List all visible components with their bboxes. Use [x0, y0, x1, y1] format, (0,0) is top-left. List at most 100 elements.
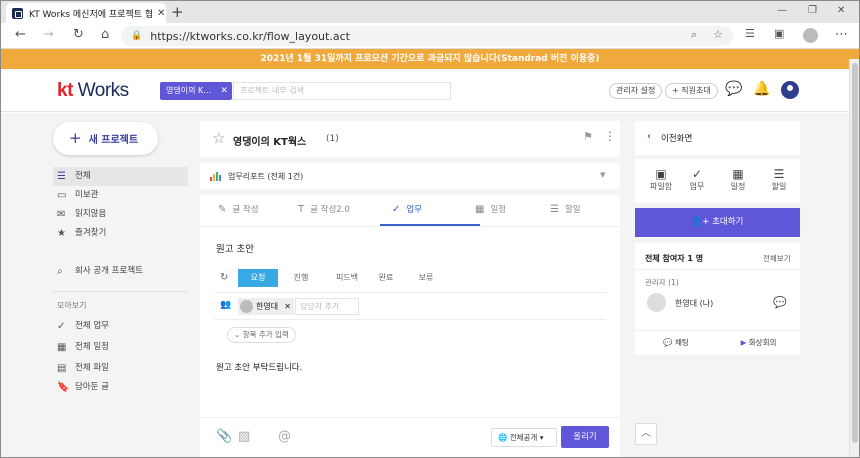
task-title-input[interactable]: 원고 초안	[216, 241, 254, 255]
favorite-star-icon[interactable]: ☆	[212, 129, 225, 147]
back-icon[interactable]: ←	[15, 27, 26, 42]
invite-staff-button[interactable]: + 직원초대	[665, 83, 718, 99]
page-scrollbar[interactable]	[849, 59, 859, 457]
calendar-icon: ▦	[57, 342, 67, 353]
sidebar-divider	[53, 291, 188, 292]
chat-button[interactable]: 💬 채팅	[635, 331, 717, 355]
participants-count: 전체 참여자 1 명	[645, 254, 704, 263]
check-icon: ✓	[57, 321, 66, 332]
close-window-icon[interactable]: ✕	[837, 5, 845, 16]
mention-icon[interactable]: @	[278, 429, 291, 444]
pin-icon[interactable]: ⚑	[583, 130, 593, 143]
assignee-icon: 👥	[220, 300, 232, 310]
chat-icon: 💬	[663, 338, 673, 347]
restore-icon[interactable]: ❐	[808, 5, 817, 16]
tab-write-2[interactable]: T글 작성2.0	[298, 203, 350, 215]
minimize-icon[interactable]: —	[777, 5, 787, 16]
video-icon: ▶	[740, 338, 747, 347]
list-icon: ☰	[57, 171, 66, 182]
status-progress-button[interactable]: 진행	[281, 269, 321, 287]
sidebar-item-unarchived[interactable]: ▭ 미보관	[53, 186, 188, 205]
tab-write[interactable]: ✎ 글 작성	[218, 203, 259, 215]
task-report-label: 업무리포트 (전체 1건)	[228, 172, 304, 181]
view-all-link[interactable]: 전체보기	[763, 253, 791, 264]
sidebar-item-all[interactable]: ☰ 전체	[53, 167, 188, 186]
todo-shortcut[interactable]: ☰ 할일	[759, 167, 799, 192]
video-call-button[interactable]: ▶ 화상회의	[717, 331, 800, 355]
tab-schedule[interactable]: ▦ 일정	[475, 203, 506, 215]
participants-panel: 전체 참여자 1 명 전체보기 관리자 (1) 한영대 (나) 💬 💬 채팅 ▶…	[635, 243, 800, 355]
admin-settings-button[interactable]: 관리자 설정	[609, 83, 663, 99]
inbox-icon: ▭	[57, 190, 67, 201]
bar-chart-icon	[210, 171, 221, 181]
profile-avatar[interactable]	[803, 28, 818, 43]
refresh-icon[interactable]: ↻	[73, 27, 84, 42]
admin-count: 관리자 (1)	[645, 278, 679, 287]
check-icon: ✓	[691, 167, 703, 181]
home-icon[interactable]: ⌂	[101, 27, 109, 42]
close-tab-icon[interactable]: ✕	[157, 8, 165, 19]
browser-tab[interactable]: KT Works 메신저에 프로젝트 협 ✕	[6, 3, 166, 23]
favorites-icon[interactable]: ☰	[745, 27, 755, 40]
invite-button[interactable]: 👤+ 초대하기	[635, 208, 800, 237]
status-done-button[interactable]: 완료	[366, 269, 406, 287]
user-avatar[interactable]	[781, 81, 799, 99]
tab-task[interactable]: ✓ 업무	[392, 203, 422, 215]
task-report-bar[interactable]: 업무리포트 (전체 1건) ▼	[200, 163, 620, 189]
remove-assignee-icon[interactable]: ✕	[284, 298, 291, 315]
files-shortcut[interactable]: ▣ 파일함	[641, 167, 681, 192]
kt-works-logo[interactable]: kt Works	[57, 80, 129, 102]
project-search-input[interactable]: 프로젝트 내부 검색	[233, 82, 451, 100]
schedule-shortcut[interactable]: ▦ 일정	[718, 167, 758, 192]
chat-icon[interactable]: 💬	[725, 81, 742, 97]
add-fields-button[interactable]: ⌄ 항목 추가 입력	[227, 327, 296, 343]
assignee-input[interactable]: 담당자 추가	[295, 298, 359, 315]
right-panel-back[interactable]: ‹ 이전화면	[635, 121, 800, 155]
tasks-shortcut[interactable]: ✓ 업무	[677, 167, 717, 192]
file-box-icon: ▣	[655, 167, 667, 181]
sidebar-item-company-projects[interactable]: ⌕ 회사 공개 프로젝트	[53, 262, 188, 281]
zoom-icon[interactable]: ⌕	[691, 28, 697, 42]
sidebar-item-all-files[interactable]: ▤ 전체 파일	[53, 359, 188, 378]
message-icon[interactable]: 💬	[773, 296, 787, 309]
add-user-icon: 👤+	[691, 217, 710, 227]
visibility-dropdown[interactable]: 🌐 전체공개 ▾	[491, 428, 557, 447]
checklist-icon: ☰	[550, 204, 559, 215]
scroll-top-button[interactable]: ︿	[635, 423, 657, 445]
more-icon[interactable]: ⋯	[835, 27, 848, 42]
sidebar-item-unread[interactable]: ✉ 읽지않음	[53, 205, 188, 224]
checklist-icon: ☰	[773, 167, 785, 181]
project-filter-chip[interactable]: 영댕이의 K… ✕	[160, 82, 232, 100]
image-icon[interactable]: ▨	[238, 429, 250, 444]
chevron-down-icon: ▼	[600, 171, 606, 179]
tab-title: KT Works 메신저에 프로젝트 협	[29, 9, 154, 20]
chip-close-icon[interactable]: ✕	[220, 82, 228, 100]
sidebar-item-favorites[interactable]: ★ 즐겨찾기	[53, 224, 188, 243]
attach-icon[interactable]: 📎	[216, 429, 232, 444]
address-bar[interactable]: 🔒 https://ktworks.co.kr/flow_layout.act …	[121, 26, 733, 46]
bell-icon[interactable]: 🔔	[753, 81, 770, 97]
sidebar-item-bookmarks[interactable]: 🔖 담아둔 글	[53, 378, 188, 397]
sidebar-section-title: 모아보기	[57, 301, 87, 310]
post-button[interactable]: 올리기	[561, 426, 609, 448]
collections-icon[interactable]: ▣	[774, 27, 784, 40]
promo-banner: 2021년 1월 31일까지 프로모션 기간으로 과금되지 않습니다(Stand…	[1, 49, 859, 69]
pencil-icon: ✎	[218, 204, 227, 215]
kebab-menu-icon[interactable]: ⋮	[604, 129, 616, 143]
plus-icon: +	[69, 129, 82, 147]
new-tab-icon[interactable]: +	[171, 3, 184, 21]
post-body[interactable]: 원고 초안 부탁드립니다.	[216, 361, 302, 373]
new-project-button[interactable]: + 새 프로젝트	[53, 122, 158, 155]
status-request-button[interactable]: 요청	[238, 269, 278, 287]
forward-icon[interactable]: →	[43, 27, 54, 42]
status-feedback-button[interactable]: 피드백	[325, 269, 369, 287]
lock-icon: 🔒	[131, 31, 143, 41]
app-header: kt Works 영댕이의 K… ✕ 프로젝트 내부 검색 관리자 설정 + 직…	[1, 69, 849, 112]
sidebar-item-all-tasks[interactable]: ✓ 전체 업무	[53, 317, 188, 336]
favorite-star-icon[interactable]: ☆	[713, 28, 723, 41]
back-label: 이전화면	[661, 134, 693, 144]
tab-todo[interactable]: ☰ 할일	[550, 203, 581, 215]
sidebar-item-all-schedule[interactable]: ▦ 전체 일정	[53, 338, 188, 357]
chevron-down-icon: ▾	[539, 433, 544, 442]
status-hold-button[interactable]: 보류	[406, 269, 446, 287]
